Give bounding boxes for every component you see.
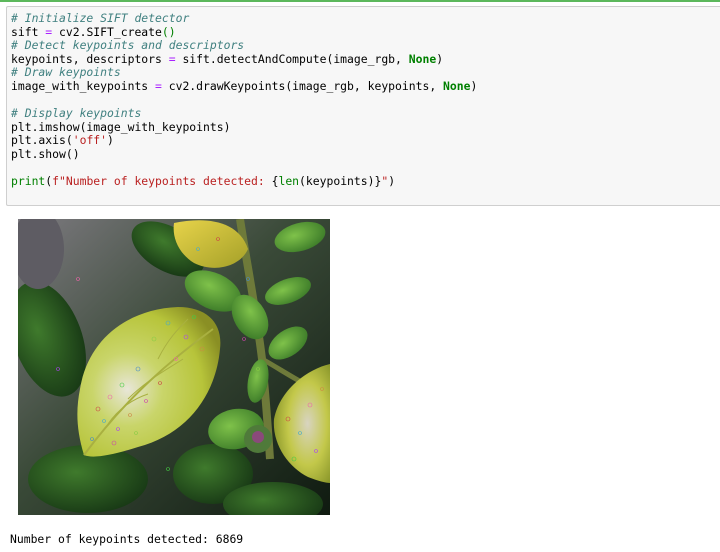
code-editor[interactable]: # Initialize SIFT detector sift = cv2.SIF… xyxy=(11,11,478,189)
code-token: = xyxy=(155,78,162,93)
code-line[interactable] xyxy=(11,94,477,108)
code-token: f"Number of keypoints detected: xyxy=(52,174,272,189)
code-line[interactable]: keypoints, descriptors = sift.detectAndC… xyxy=(11,51,477,67)
code-line[interactable]: print(f"Number of keypoints detected: {l… xyxy=(11,174,477,189)
code-token: plt.show() xyxy=(11,146,80,161)
code-line[interactable]: image_with_keypoints = cv2.drawKeypoints… xyxy=(11,78,478,94)
code-token: 'off' xyxy=(72,133,108,148)
code-token: () xyxy=(161,24,176,39)
code-token: = xyxy=(168,51,176,66)
code-token: plt.axis( xyxy=(11,133,73,148)
code-line[interactable]: plt.imshow(image_with_keypoints) xyxy=(11,119,477,135)
code-token: len xyxy=(278,174,300,189)
code-token: # Display keypoints xyxy=(11,106,142,121)
code-line[interactable]: # Display keypoints xyxy=(11,106,477,121)
output-image xyxy=(18,219,330,515)
code-token: None xyxy=(443,78,471,93)
code-token: ) xyxy=(388,174,396,189)
cell-selection-bar xyxy=(0,0,720,2)
code-token: ) xyxy=(436,51,444,66)
code-token: ) xyxy=(107,133,114,148)
code-line[interactable]: # Initialize SIFT detector xyxy=(11,11,477,26)
code-token: # Initialize SIFT detector xyxy=(11,11,190,25)
code-token: sift xyxy=(11,24,46,39)
code-token: keypoints, descriptors xyxy=(11,51,169,66)
code-token: None xyxy=(408,51,437,66)
code-token: cv2.drawKeypoints(image_rgb, keypoints, xyxy=(161,78,444,93)
code-token: image_with_keypoints xyxy=(11,78,156,93)
code-token: plt.imshow(image_with_keypoints) xyxy=(11,119,231,134)
code-token: ) xyxy=(470,78,478,93)
code-cell-input[interactable]: # Initialize SIFT detector sift = cv2.SIF… xyxy=(6,6,720,206)
code-line[interactable]: # Detect keypoints and descriptors xyxy=(11,38,477,53)
code-line[interactable]: sift = cv2.SIFT_create() xyxy=(11,24,477,40)
code-line[interactable]: # Draw keypoints xyxy=(11,66,477,80)
code-token: cv2.SIFT_create xyxy=(52,24,162,39)
code-line[interactable]: plt.axis('off') xyxy=(11,134,477,148)
code-line[interactable]: plt.show() xyxy=(11,146,477,162)
code-token: print xyxy=(11,174,46,189)
code-token: # Detect keypoints and descriptors xyxy=(11,38,245,53)
code-token: # Draw keypoints xyxy=(11,65,121,80)
code-token: sift.detectAndCompute(image_rgb, xyxy=(175,51,409,66)
code-line[interactable] xyxy=(11,162,477,176)
cell-output-text: Number of keypoints detected: 6869 xyxy=(10,532,244,546)
code-token: (keypoints) xyxy=(299,174,375,189)
